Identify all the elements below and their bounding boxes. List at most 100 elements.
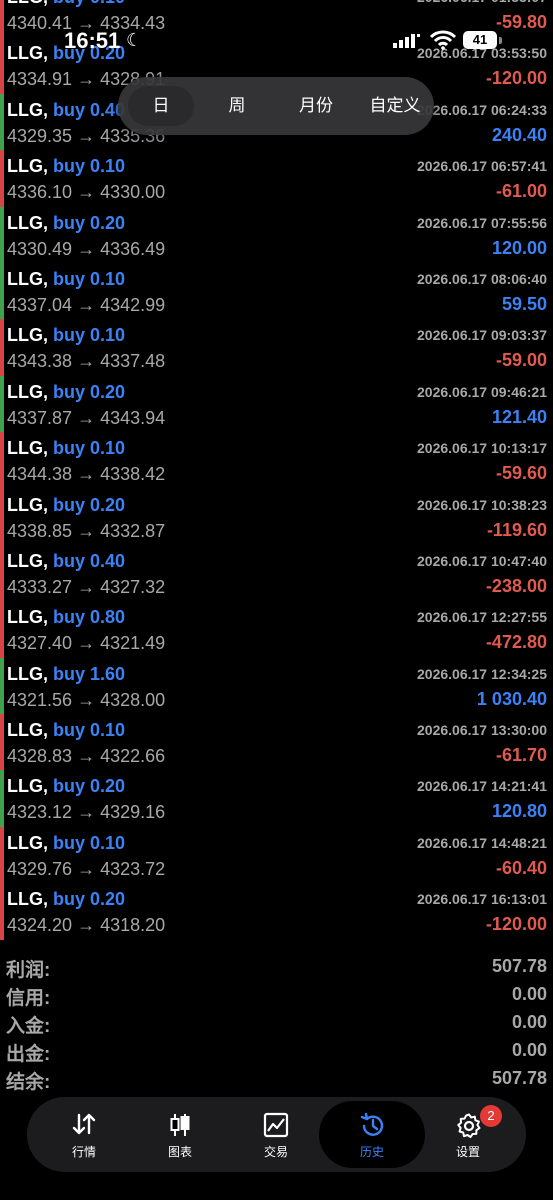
open-price: 4334.91 xyxy=(7,69,73,90)
bottom-navigation: 行情 图表 交易 历史 2 设置 xyxy=(27,1097,526,1172)
summary-label: 入金: xyxy=(6,1016,51,1037)
open-price: 4329.35 xyxy=(7,125,73,146)
deal-side-volume: buy 0.10 xyxy=(53,0,125,7)
deal-time: 2026.06.17 06:57:41 xyxy=(417,158,547,175)
symbol-text: LLG xyxy=(7,607,43,628)
deal-profit: -61.70 xyxy=(495,745,547,766)
deal-row[interactable]: LLG, buy 0.10 2026.06.17 09:03:37 4343.38 … xyxy=(0,319,553,376)
deal-side-volume: buy 0.20 xyxy=(53,494,126,515)
open-price: 4321.56 xyxy=(7,689,73,710)
close-price: 4318.20 xyxy=(100,915,166,936)
deal-side-volume: buy 0.10 xyxy=(53,438,126,459)
deal-row[interactable]: LLG, buy 0.80 2026.06.17 12:27:55 4327.40 … xyxy=(0,601,553,658)
candlestick-chart-icon xyxy=(170,1114,190,1136)
close-price: 4321.49 xyxy=(100,633,166,654)
deal-profit: -119.60 xyxy=(486,519,547,540)
open-price: 4333.27 xyxy=(7,576,73,597)
history-clock-icon xyxy=(360,1112,384,1136)
deal-time: 2026.06.17 09:46:21 xyxy=(417,383,547,400)
nav-item-trade[interactable]: 交易 xyxy=(236,1097,316,1172)
deal-side-volume: buy 0.10 xyxy=(53,832,126,853)
nav-label-settings: 设置 xyxy=(455,1145,480,1159)
open-price: 4329.76 xyxy=(7,858,73,879)
deal-symbol: LLG, buy 0.10 xyxy=(7,438,126,459)
deal-side-volume: buy 0.10 xyxy=(53,325,126,346)
symbol-text: LLG xyxy=(7,720,43,741)
deal-side-volume: buy 1.60 xyxy=(53,663,126,684)
deal-side-volume: buy 0.10 xyxy=(53,156,126,177)
summary-row: 入金: 0.00 xyxy=(0,1008,553,1037)
deal-row[interactable]: LLG, buy 0.10 2026.06.17 01:53:07 4340.41 … xyxy=(0,0,553,38)
summary-label: 结余: xyxy=(6,1072,51,1093)
deal-row[interactable]: LLG, buy 1.60 2026.06.17 12:34:25 4321.56 … xyxy=(0,657,553,715)
symbol-text: LLG xyxy=(7,0,43,7)
close-price: 4342.99 xyxy=(100,294,166,315)
deal-prices: 4340.41 → 4334.43 xyxy=(7,13,166,33)
summary-value: 0.00 xyxy=(511,1012,547,1032)
nav-label-charts: 图表 xyxy=(167,1145,192,1159)
deal-row[interactable]: LLG, buy 0.20 2026.06.17 14:21:41 4323.12 … xyxy=(0,770,553,827)
deal-profit: -60.40 xyxy=(495,857,547,878)
deal-time: 2026.06.17 14:48:21 xyxy=(417,834,547,851)
deal-prices: 4329.76 → 4323.72 xyxy=(7,858,166,879)
deal-symbol: LLG, buy 0.20 xyxy=(7,212,126,233)
period-tab-month[interactable]: 月份 xyxy=(282,86,350,126)
deal-row[interactable]: LLG, buy 0.10 2026.06.17 08:06:40 4337.04 … xyxy=(0,262,553,320)
deal-time: 2026.06.17 13:30:00 xyxy=(417,722,547,739)
nav-item-settings[interactable]: 2 设置 xyxy=(428,1097,508,1172)
nav-item-charts[interactable]: 图表 xyxy=(140,1097,220,1172)
deal-time: 2026.06.17 01:53:07 xyxy=(417,0,547,5)
deal-profit: -120.00 xyxy=(485,914,547,935)
trade-line-chart-icon xyxy=(263,1112,289,1138)
nav-item-history[interactable]: 历史 xyxy=(332,1097,412,1172)
deal-prices: 4327.40 → 4321.49 xyxy=(7,633,166,654)
deal-prices: 4323.12 → 4329.16 xyxy=(7,802,166,823)
period-tab-week[interactable]: 周 xyxy=(204,86,270,126)
deal-row[interactable]: LLG, buy 0.10 2026.06.17 13:30:00 4328.83 … xyxy=(0,714,553,771)
nav-item-quotes[interactable]: 行情 xyxy=(44,1097,124,1172)
deal-prices: 4333.27 → 4327.32 xyxy=(7,576,166,597)
deal-profit: 240.40 xyxy=(491,124,547,145)
deal-row[interactable]: LLG, buy 0.20 2026.06.17 16:13:01 4324.20 … xyxy=(0,883,553,940)
symbol-text: LLG xyxy=(7,663,43,684)
deal-row[interactable]: LLG, buy 0.20 2026.06.17 09:46:21 4337.87 … xyxy=(0,375,553,433)
deal-profit: -61.00 xyxy=(495,181,547,202)
close-price: 4338.42 xyxy=(100,464,166,485)
deal-symbol: LLG, buy 0.20 xyxy=(7,43,126,64)
deal-row[interactable]: LLG, buy 0.10 2026.06.17 06:57:41 4336.10 … xyxy=(0,150,553,207)
close-price: 4329.16 xyxy=(100,802,166,823)
deal-row[interactable]: LLG, buy 0.20 2026.06.17 07:55:56 4330.49 … xyxy=(0,206,553,263)
deal-side-volume: buy 0.20 xyxy=(53,776,126,797)
close-price: 4336.49 xyxy=(100,238,166,259)
period-tab-custom[interactable]: 自定义 xyxy=(362,86,428,126)
symbol-text: LLG xyxy=(7,889,43,910)
summary-row: 信用: 0.00 xyxy=(0,980,553,1009)
summary-value: 507.78 xyxy=(491,1068,547,1088)
open-price: 4328.83 xyxy=(7,746,73,767)
open-price: 4340.41 xyxy=(7,13,73,33)
deal-prices: 4321.56 → 4328.00 xyxy=(7,689,166,710)
deal-profit: 1 030.40 xyxy=(476,688,547,709)
open-price: 4327.40 xyxy=(7,633,73,654)
deal-prices: 4337.87 → 4343.94 xyxy=(7,407,166,428)
deal-row[interactable]: LLG, buy 0.20 2026.06.17 10:38:23 4338.85 … xyxy=(0,488,553,545)
deal-profit: -59.60 xyxy=(495,463,547,484)
account-summary: 利润: 507.78 信用: 0.00 入金: 0.00 出金: 0.00 结余: 507.78 xyxy=(0,952,553,1093)
deal-side-volume: buy 0.20 xyxy=(53,889,126,910)
deal-side-volume: buy 0.80 xyxy=(53,607,126,628)
symbol-text: LLG xyxy=(7,494,43,515)
summary-label: 利润: xyxy=(6,960,51,981)
open-price: 4337.87 xyxy=(7,407,73,428)
nav-label-quotes: 行情 xyxy=(71,1145,96,1159)
deal-profit: 120.80 xyxy=(491,801,547,822)
deal-time: 2026.06.17 14:21:41 xyxy=(417,778,547,795)
deal-row[interactable]: LLG, buy 0.10 2026.06.17 10:13:17 4344.38 … xyxy=(0,432,553,489)
deal-row[interactable]: LLG, buy 0.40 2026.06.17 10:47:40 4333.27 … xyxy=(0,544,553,602)
summary-value: 507.78 xyxy=(491,956,547,976)
deal-time: 2026.06.17 03:53:50 xyxy=(417,45,547,62)
period-tab-day[interactable]: 日 xyxy=(128,86,194,126)
deal-time: 2026.06.17 06:24:33 xyxy=(417,101,547,118)
settings-gear-icon xyxy=(457,1113,481,1139)
deal-row[interactable]: LLG, buy 0.10 2026.06.17 14:48:21 4329.76 … xyxy=(0,826,553,884)
close-price: 4327.32 xyxy=(100,576,166,597)
